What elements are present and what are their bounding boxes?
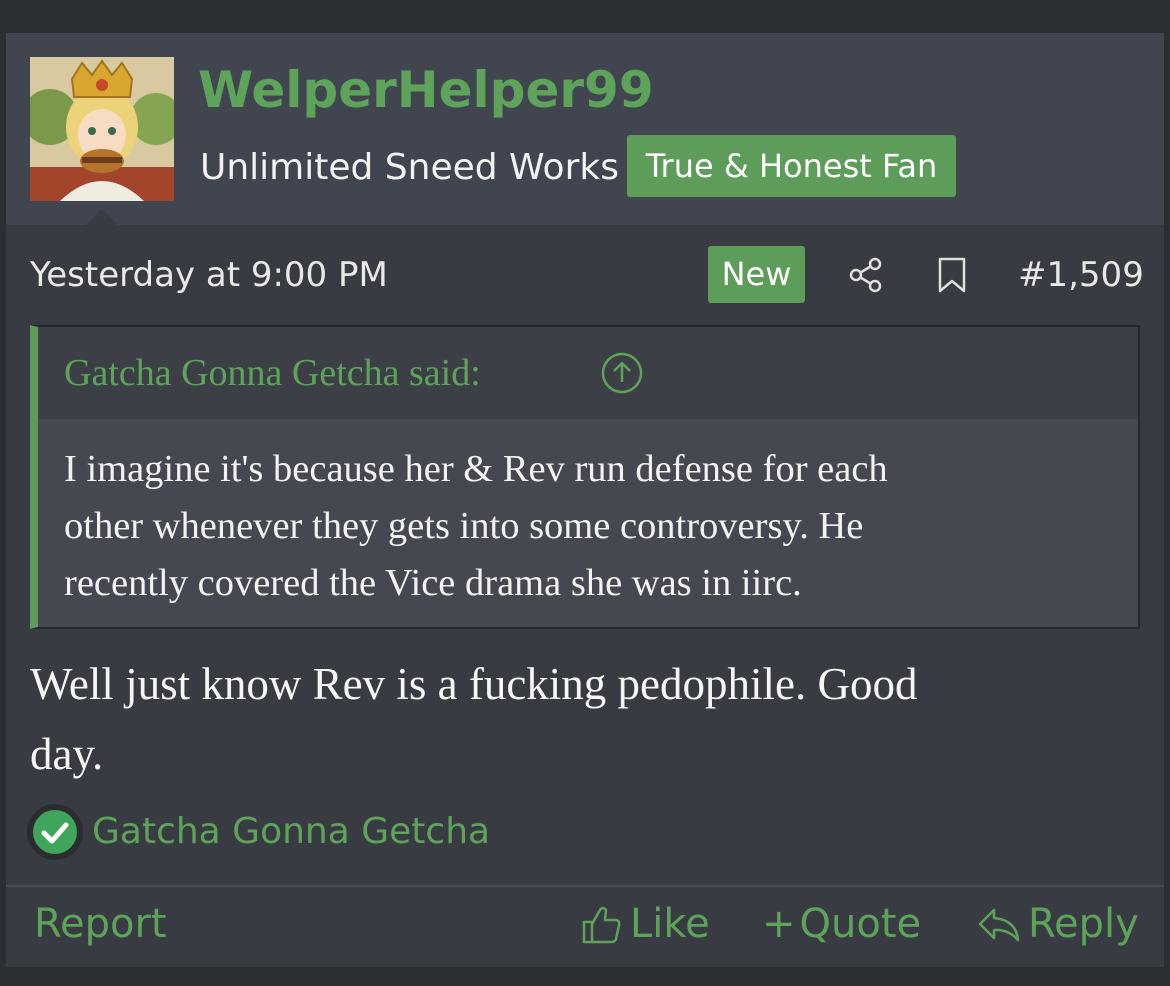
quote-plus: + bbox=[762, 901, 796, 947]
quote-label: Quote bbox=[799, 901, 922, 947]
user-header-pointer bbox=[86, 209, 118, 225]
quote-author[interactable]: Gatcha Gonna Getcha said: bbox=[64, 351, 481, 395]
message-line: day. bbox=[30, 729, 104, 779]
reply-icon bbox=[978, 908, 1020, 942]
quote-body: I imagine it's because her & Rev run def… bbox=[64, 441, 1124, 612]
bookmark-icon[interactable] bbox=[934, 255, 970, 295]
checkmark-icon[interactable] bbox=[26, 803, 84, 861]
message-body: Well just know Rev is a fucking pedophil… bbox=[30, 649, 1140, 789]
quote-line: recently covered the Vice drama she was … bbox=[64, 562, 802, 604]
share-icon[interactable] bbox=[846, 255, 886, 295]
like-label: Like bbox=[630, 901, 710, 947]
reply-button[interactable]: Reply bbox=[976, 901, 1139, 947]
avatar-image bbox=[30, 57, 174, 201]
report-label: Report bbox=[34, 901, 167, 947]
message-line: Well just know Rev is a fucking pedophil… bbox=[30, 659, 918, 709]
post-date[interactable]: Yesterday at 9:00 PM bbox=[30, 255, 388, 295]
report-button[interactable]: Report bbox=[34, 901, 167, 947]
avatar[interactable] bbox=[30, 57, 174, 201]
user-banner: True & Honest Fan bbox=[627, 135, 956, 197]
post-number[interactable]: #1,509 bbox=[1018, 255, 1144, 295]
footer-divider bbox=[6, 885, 1164, 887]
quote-block: Gatcha Gonna Getcha said: I imagine it's… bbox=[30, 325, 1140, 629]
quote-button[interactable]: + Quote bbox=[762, 901, 921, 947]
thumbs-up-icon bbox=[582, 906, 621, 944]
quote-line: I imagine it's because her & Rev run def… bbox=[64, 448, 888, 490]
quote-header: Gatcha Gonna Getcha said: bbox=[38, 327, 1138, 419]
post-container: WelperHelper99 Unlimited Sneed Works Tru… bbox=[6, 33, 1164, 967]
reply-label: Reply bbox=[1028, 901, 1139, 947]
user-title: Unlimited Sneed Works bbox=[200, 147, 619, 188]
like-button[interactable]: Like bbox=[580, 901, 710, 947]
quote-line: other whenever they gets into some contr… bbox=[64, 505, 864, 547]
new-badge: New bbox=[708, 246, 805, 303]
user-header: WelperHelper99 Unlimited Sneed Works Tru… bbox=[6, 33, 1164, 225]
reaction-user[interactable]: Gatcha Gonna Getcha bbox=[92, 811, 490, 852]
arrow-up-circle-icon[interactable] bbox=[600, 351, 644, 395]
username[interactable]: WelperHelper99 bbox=[198, 61, 654, 119]
